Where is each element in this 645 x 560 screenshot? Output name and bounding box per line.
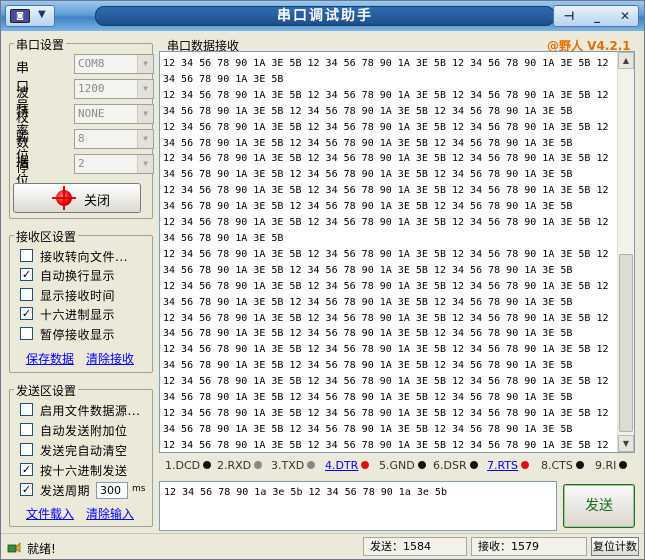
data-bits-value: 8 bbox=[78, 132, 85, 145]
receive-scrollbar[interactable]: ▲ ▼ bbox=[617, 52, 634, 452]
send-settings-group: 发送区设置 启用文件数据源... 自动发送附加位 发送完自动清空 ✓ 按十六进制… bbox=[9, 382, 153, 527]
signal-status-bar: 1.DCD 2.RXD 3.TXD 4.DTR 5.GND 6.DSR 7.RT… bbox=[159, 455, 635, 475]
signal-rxd: 2.RXD bbox=[217, 459, 263, 472]
sent-count: 发送：1584 bbox=[363, 537, 467, 556]
load-file-link[interactable]: 文件载入 bbox=[26, 505, 74, 522]
clear-receive-link[interactable]: 清除接收 bbox=[86, 350, 134, 367]
close-port-button[interactable]: 关闭 bbox=[13, 183, 141, 213]
send-button[interactable]: 发送 bbox=[563, 484, 635, 528]
auto-append-label: 自动发送附加位 bbox=[40, 424, 128, 438]
close-window-button[interactable]: ✕ bbox=[614, 8, 636, 25]
signal-gnd: 5.GND bbox=[379, 459, 426, 472]
hex-send-label: 按十六进制发送 bbox=[40, 464, 128, 478]
chevron-down-icon: ▼ bbox=[38, 9, 46, 20]
send-period-checkbox[interactable]: ✓ bbox=[20, 483, 33, 496]
minimize-button[interactable]: _ bbox=[586, 8, 608, 25]
chevron-down-icon: ▼ bbox=[137, 55, 153, 73]
signal-dtr-toggle[interactable]: 4.DTR bbox=[325, 459, 370, 472]
scroll-down-icon[interactable]: ▼ bbox=[618, 435, 634, 452]
app-window: ◙ ▼ 串口调试助手 ⊣ _ ✕ 串口设置 串口号 COM8 ▼ 波特率 120… bbox=[0, 0, 645, 560]
signal-dsr-indicator bbox=[469, 461, 478, 469]
receive-settings-group: 接收区设置 接收转向文件... ✓ 自动换行显示 显示接收时间 ✓ 十六进制显示… bbox=[9, 228, 153, 373]
save-data-link[interactable]: 保存数据 bbox=[26, 350, 74, 367]
chevron-down-icon: ▼ bbox=[137, 105, 153, 123]
chevron-down-icon: ▼ bbox=[137, 130, 153, 148]
show-receive-time-label: 显示接收时间 bbox=[40, 289, 116, 303]
app-icon: ◙ bbox=[10, 9, 30, 23]
period-unit-label: ms bbox=[132, 484, 146, 494]
receive-text-area[interactable]: 12 34 56 78 90 1A 3E 5B 12 34 56 78 90 1… bbox=[159, 51, 635, 453]
signal-ri-indicator bbox=[619, 461, 628, 469]
signal-dcd: 1.DCD bbox=[165, 459, 212, 472]
send-period-label: 发送周期 bbox=[40, 484, 91, 498]
signal-dcd-indicator bbox=[203, 461, 212, 469]
system-menu-button[interactable]: ◙ ▼ bbox=[5, 5, 55, 27]
hex-display-checkbox[interactable]: ✓ bbox=[20, 307, 33, 320]
parity-value: NONE bbox=[78, 107, 105, 120]
show-receive-time-checkbox[interactable] bbox=[20, 288, 33, 301]
status-text: 就绪! bbox=[27, 542, 56, 556]
data-bits-select[interactable]: 8 ▼ bbox=[74, 129, 154, 149]
signal-rts-toggle[interactable]: 7.RTS bbox=[487, 459, 530, 472]
hex-display-label: 十六进制显示 bbox=[40, 308, 116, 322]
window-title: 串口调试助手 bbox=[95, 6, 555, 26]
port-number-select[interactable]: COM8 ▼ bbox=[74, 54, 154, 74]
auto-wrap-label: 自动换行显示 bbox=[40, 269, 116, 283]
signal-dsr: 6.DSR bbox=[433, 459, 478, 472]
baud-rate-select[interactable]: 1200 ▼ bbox=[74, 79, 154, 99]
auto-clear-label: 发送完自动清空 bbox=[40, 444, 128, 458]
stop-bits-select[interactable]: 2 ▼ bbox=[74, 154, 154, 174]
signal-rts-indicator bbox=[521, 461, 530, 469]
pause-display-checkbox[interactable] bbox=[20, 327, 33, 340]
file-source-checkbox[interactable] bbox=[20, 403, 33, 416]
signal-cts: 8.CTS bbox=[541, 459, 584, 472]
scroll-up-icon[interactable]: ▲ bbox=[618, 52, 634, 69]
scroll-thumb[interactable] bbox=[619, 254, 633, 432]
status-bar: 就绪! 发送：1584 接收：1579 复位计数 bbox=[1, 533, 644, 559]
signal-txd: 3.TXD bbox=[271, 459, 316, 472]
auto-clear-checkbox[interactable] bbox=[20, 443, 33, 456]
auto-append-checkbox[interactable] bbox=[20, 423, 33, 436]
receive-text-content: 12 34 56 78 90 1A 3E 5B 12 34 56 78 90 1… bbox=[163, 58, 609, 451]
auto-wrap-checkbox[interactable]: ✓ bbox=[20, 268, 33, 281]
signal-txd-indicator bbox=[307, 461, 316, 469]
receive-to-file-checkbox[interactable] bbox=[20, 249, 33, 262]
signal-dtr-indicator bbox=[361, 461, 370, 469]
send-input-text: 12 34 56 78 90 1a 3e 5b 12 34 56 78 90 1… bbox=[164, 487, 447, 498]
receive-to-file-label: 接收转向文件... bbox=[40, 250, 128, 264]
send-input-area[interactable]: 12 34 56 78 90 1a 3e 5b 12 34 56 78 90 1… bbox=[159, 481, 557, 531]
chevron-down-icon: ▼ bbox=[137, 155, 153, 173]
pin-icon[interactable]: ⊣ bbox=[558, 8, 580, 25]
send-period-input[interactable]: 300 bbox=[96, 482, 128, 499]
pause-display-label: 暂停接收显示 bbox=[40, 328, 116, 342]
hex-send-checkbox[interactable]: ✓ bbox=[20, 463, 33, 476]
send-settings-title: 发送区设置 bbox=[14, 382, 79, 399]
ready-status-icon bbox=[7, 542, 21, 553]
signal-ri: 9.RI bbox=[595, 459, 628, 472]
signal-gnd-indicator bbox=[417, 461, 426, 469]
parity-select[interactable]: NONE ▼ bbox=[74, 104, 154, 124]
power-indicator-icon bbox=[52, 186, 76, 210]
signal-cts-indicator bbox=[575, 461, 584, 469]
port-settings-title: 串口设置 bbox=[14, 36, 67, 53]
port-number-value: COM8 bbox=[78, 57, 105, 70]
window-controls: ⊣ _ ✕ bbox=[553, 5, 639, 27]
received-count: 接收：1579 bbox=[471, 537, 587, 556]
title-bar[interactable]: ◙ ▼ 串口调试助手 ⊣ _ ✕ bbox=[1, 1, 644, 31]
reset-count-button[interactable]: 复位计数 bbox=[591, 537, 639, 556]
chevron-down-icon: ▼ bbox=[137, 80, 153, 98]
signal-rxd-indicator bbox=[254, 461, 263, 469]
close-port-label: 关闭 bbox=[84, 194, 111, 209]
clear-input-link[interactable]: 清除输入 bbox=[86, 505, 134, 522]
baud-rate-value: 1200 bbox=[78, 82, 105, 95]
file-source-label: 启用文件数据源... bbox=[40, 404, 141, 418]
receive-settings-title: 接收区设置 bbox=[14, 228, 79, 245]
stop-bits-value: 2 bbox=[78, 157, 85, 170]
